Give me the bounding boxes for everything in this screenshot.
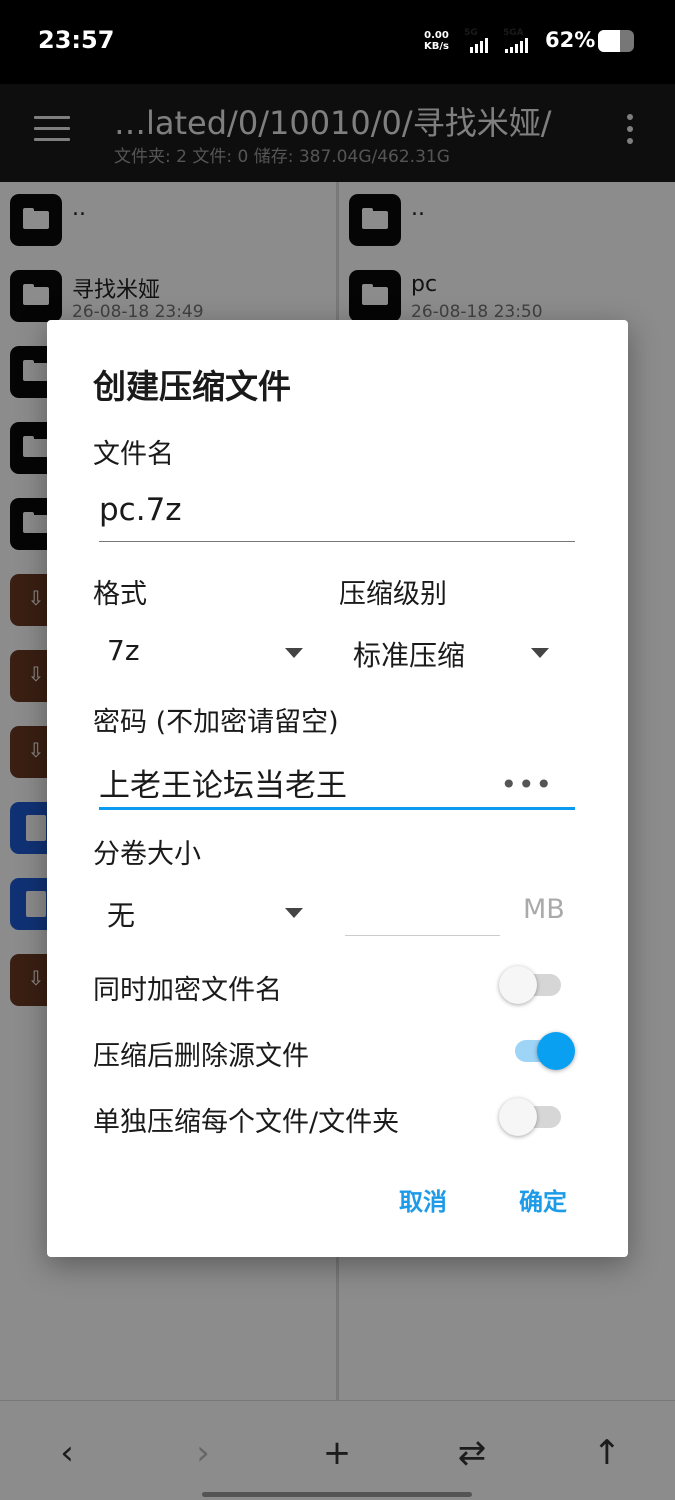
- split-size-input[interactable]: [345, 886, 500, 936]
- chevron-down-icon: [531, 648, 549, 658]
- dialog-title: 创建压缩文件: [93, 367, 291, 406]
- split-size-label: 分卷大小: [93, 839, 201, 870]
- dialog-scrim-top: [0, 84, 675, 182]
- status-bar: 23:57 0.00 KB/s 5G 5GA 62%: [0, 0, 675, 84]
- format-select[interactable]: 7z: [93, 628, 303, 678]
- battery-icon: [598, 30, 634, 52]
- show-password-icon[interactable]: •••: [500, 768, 553, 801]
- network-speed: 0.00 KB/s: [424, 30, 449, 52]
- delete-source-label: 压缩后删除源文件: [93, 1041, 309, 1072]
- battery-percent: 62%: [545, 28, 596, 52]
- create-archive-dialog: 创建压缩文件 文件名 pc.7z 格式 压缩级别 7z 标准压缩 密码 (不加密…: [47, 320, 628, 1257]
- password-label: 密码 (不加密请留空): [93, 707, 339, 738]
- chevron-down-icon: [285, 908, 303, 918]
- format-label: 格式: [93, 579, 147, 610]
- filename-input[interactable]: pc.7z: [99, 486, 575, 542]
- filename-label: 文件名: [93, 439, 174, 470]
- password-input[interactable]: 上老王论坛当老王 •••: [99, 754, 575, 810]
- encrypt-filenames-label: 同时加密文件名: [93, 975, 282, 1006]
- compress-separately-label: 单独压缩每个文件/文件夹: [93, 1107, 400, 1138]
- split-size-select[interactable]: 无: [93, 888, 303, 938]
- split-unit-label: MB: [523, 894, 565, 925]
- cancel-button[interactable]: 取消: [399, 1182, 447, 1217]
- chevron-down-icon: [285, 648, 303, 658]
- compression-level-label: 压缩级别: [339, 579, 447, 610]
- compression-level-select[interactable]: 标准压缩: [339, 628, 549, 678]
- filename-value: pc.7z: [99, 492, 182, 528]
- compress-separately-toggle[interactable]: [499, 1096, 563, 1136]
- password-value: 上老王论坛当老王: [99, 768, 347, 804]
- clock: 23:57: [38, 26, 115, 54]
- ok-button[interactable]: 确定: [519, 1182, 567, 1217]
- delete-source-toggle[interactable]: [511, 1030, 575, 1070]
- encrypt-filenames-toggle[interactable]: [499, 964, 563, 1004]
